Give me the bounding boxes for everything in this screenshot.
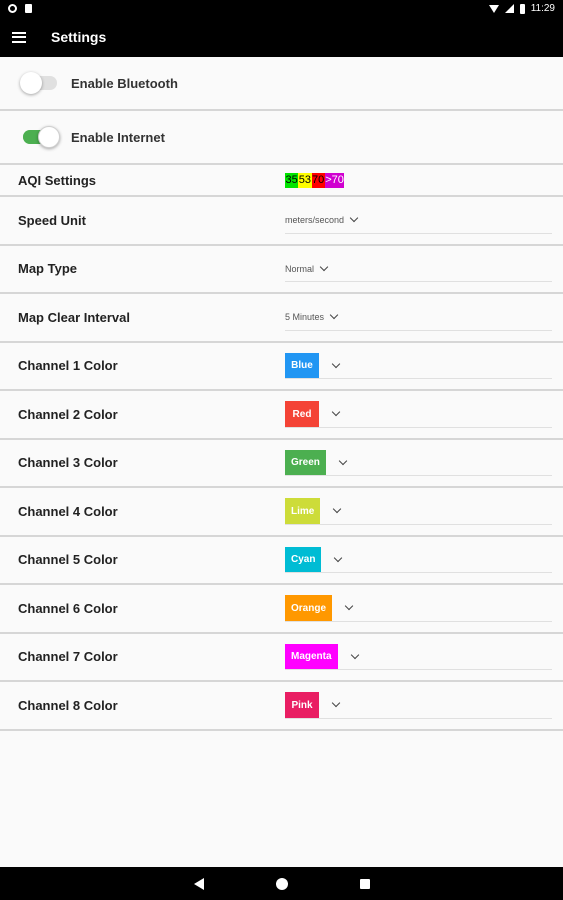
- channel-3-color-dropdown[interactable]: Green: [285, 449, 348, 476]
- color-chip: Blue: [285, 352, 319, 379]
- aqi-segment[interactable]: 53: [298, 173, 312, 188]
- chevron-down-icon: [350, 650, 359, 659]
- color-chip: Green: [285, 449, 326, 476]
- navigation-bar: [0, 867, 563, 900]
- setting-channel-2-color: Channel 2 Color Red: [0, 391, 563, 440]
- bluetooth-label: Enable Bluetooth: [71, 75, 178, 91]
- map-type-value: Normal: [285, 263, 315, 274]
- menu-icon[interactable]: [12, 31, 26, 43]
- color-chip: Orange: [285, 595, 333, 622]
- setting-aqi: AQI Settings 35 53 70 >70: [0, 165, 563, 197]
- chevron-down-icon: [338, 456, 348, 465]
- map-clear-value: 5 Minutes: [285, 312, 325, 323]
- aqi-thresholds[interactable]: 35 53 70 >70: [285, 173, 345, 188]
- page-title: Settings: [51, 29, 107, 45]
- map-type-label: Map Type: [18, 261, 77, 277]
- color-chip: Lime: [285, 498, 321, 525]
- color-chip: Cyan: [285, 546, 322, 573]
- chevron-down-icon: [333, 505, 342, 514]
- setting-channel-1-color: Channel 1 Color Blue: [0, 343, 563, 391]
- setting-channel-3-color: Channel 3 Color Green: [0, 440, 563, 488]
- aqi-segment[interactable]: 35: [285, 173, 299, 188]
- setting-speed-unit: Speed Unit meters/second: [0, 197, 563, 246]
- status-bar: 11:29: [0, 0, 563, 17]
- setting-enable-bluetooth: Enable Bluetooth: [0, 57, 563, 111]
- color-chip: Red: [285, 401, 319, 428]
- channel-1-color-dropdown[interactable]: Blue: [285, 352, 341, 379]
- wifi-icon: [488, 4, 499, 13]
- internet-toggle[interactable]: [23, 126, 60, 148]
- channel-8-color-dropdown[interactable]: Pink: [285, 692, 341, 719]
- aqi-segment[interactable]: >70: [324, 173, 345, 188]
- chevron-down-icon: [329, 311, 339, 320]
- setting-map-type: Map Type Normal: [0, 246, 563, 294]
- channel-color-label: Channel 7 Color: [18, 649, 118, 665]
- chevron-down-icon: [349, 214, 359, 223]
- channel-7-color-dropdown[interactable]: Magenta: [285, 643, 359, 670]
- channel-color-label: Channel 2 Color: [18, 406, 118, 422]
- map-clear-dropdown[interactable]: 5 Minutes: [285, 311, 339, 323]
- back-icon[interactable]: [193, 877, 204, 890]
- channel-6-color-dropdown[interactable]: Orange: [285, 595, 354, 622]
- color-chip: Magenta: [285, 643, 338, 670]
- channel-2-color-dropdown[interactable]: Red: [285, 401, 341, 428]
- channel-color-label: Channel 8 Color: [18, 697, 118, 713]
- chevron-down-icon: [334, 553, 343, 562]
- channel-color-label: Channel 4 Color: [18, 503, 118, 519]
- map-type-dropdown[interactable]: Normal: [285, 262, 329, 274]
- chevron-down-icon: [331, 408, 341, 417]
- chevron-down-icon: [344, 602, 354, 611]
- map-clear-label: Map Clear Interval: [18, 309, 130, 325]
- aqi-bar[interactable]: 35 53 70 >70: [285, 173, 345, 188]
- aqi-segment[interactable]: 70: [311, 173, 325, 188]
- home-icon[interactable]: [275, 877, 288, 890]
- speed-unit-label: Speed Unit: [18, 212, 86, 228]
- notification-icon: [8, 4, 17, 13]
- channel-4-color-dropdown[interactable]: Lime: [285, 498, 342, 525]
- setting-channel-5-color: Channel 5 Color Cyan: [0, 537, 563, 585]
- settings-list: Enable Bluetooth Enable Internet AQI Set…: [0, 57, 563, 731]
- setting-channel-7-color: Channel 7 Color Magenta: [0, 634, 563, 682]
- channel-color-label: Channel 5 Color: [18, 552, 118, 568]
- battery-icon: [519, 3, 525, 14]
- color-chip: Pink: [285, 692, 319, 719]
- channel-color-label: Channel 1 Color: [18, 358, 118, 374]
- chevron-down-icon: [319, 262, 329, 271]
- setting-map-clear-interval: Map Clear Interval 5 Minutes: [0, 294, 563, 343]
- chevron-down-icon: [331, 699, 341, 708]
- bluetooth-toggle[interactable]: [20, 72, 57, 94]
- channel-color-label: Channel 6 Color: [18, 600, 118, 616]
- speed-unit-value: meters/second: [285, 215, 345, 226]
- recent-apps-icon[interactable]: [359, 878, 370, 889]
- sd-card-icon: [25, 4, 32, 13]
- channel-color-label: Channel 3 Color: [18, 455, 118, 471]
- internet-label: Enable Internet: [71, 129, 165, 145]
- setting-channel-8-color: Channel 8 Color Pink: [0, 682, 563, 731]
- setting-channel-6-color: Channel 6 Color Orange: [0, 585, 563, 634]
- channel-5-color-dropdown[interactable]: Cyan: [285, 546, 343, 573]
- cell-signal-icon: [504, 4, 514, 13]
- speed-unit-dropdown[interactable]: meters/second: [285, 214, 359, 226]
- setting-channel-4-color: Channel 4 Color Lime: [0, 488, 563, 537]
- app-bar: Settings: [0, 17, 563, 57]
- status-time: 11:29: [530, 3, 555, 14]
- aqi-label: AQI Settings: [18, 172, 97, 188]
- setting-enable-internet: Enable Internet: [0, 111, 563, 165]
- chevron-down-icon: [331, 359, 341, 368]
